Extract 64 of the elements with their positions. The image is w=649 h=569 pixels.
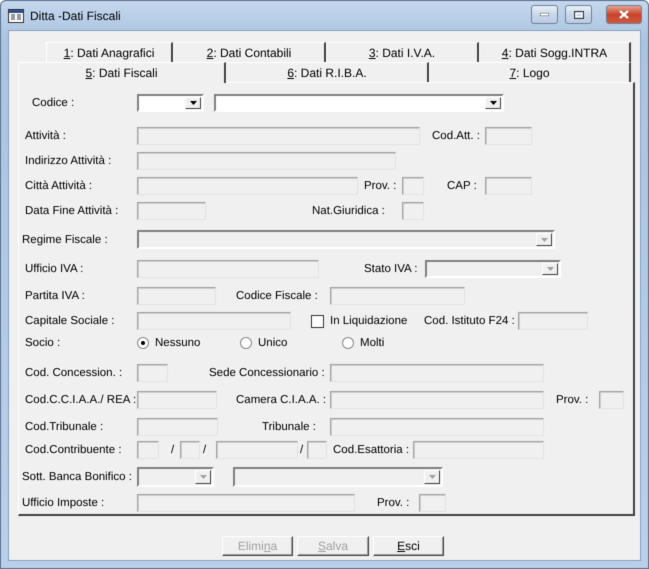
minimize-button[interactable] — [531, 5, 558, 24]
field-label: Cod. Istituto F24 : — [424, 315, 515, 327]
field-label: Cod.C.C.I.A.A./ REA : — [25, 394, 136, 406]
tab[interactable]: 3: Dati I.V.A. — [326, 42, 479, 62]
field-label: Prov. : — [556, 394, 588, 406]
field-label: Codice Fiscale : — [236, 290, 318, 302]
radio-button[interactable] — [137, 337, 149, 349]
field-label: Regime Fiscale : — [22, 234, 108, 246]
radio-label[interactable]: Unico — [258, 337, 288, 349]
field-label: Partita IVA : — [25, 290, 85, 302]
field-label: Socio : — [25, 337, 60, 349]
field-label: CAP : — [447, 180, 477, 192]
dropdown-arrow-icon — [546, 267, 554, 271]
field-label: Città Attività : — [25, 180, 92, 192]
dropdown-field[interactable] — [214, 94, 504, 112]
tab[interactable]: 7: Logo — [429, 62, 631, 82]
tab[interactable]: 5: Dati Fiscali — [18, 62, 226, 83]
field-label: Prov. : — [377, 497, 410, 509]
tab[interactable]: 4: Dati Sogg.INTRA — [479, 42, 631, 62]
checkbox[interactable] — [311, 314, 324, 328]
field-label: Cod.Tribunale : — [25, 421, 104, 433]
field-label: / — [300, 444, 304, 456]
field-label: Capitale Sociale : — [25, 315, 114, 327]
field-label: Ufficio Imposte : — [22, 497, 104, 509]
dropdown-arrow-icon — [540, 238, 548, 242]
field-label: Indirizzo Attività : — [25, 155, 112, 167]
field-label: Data Fine Attività : — [25, 205, 118, 217]
dropdown-field[interactable] — [137, 94, 204, 112]
field-label: Cod.Esattoria : — [333, 444, 410, 456]
dropdown-arrow-icon — [428, 475, 436, 479]
field-label: Sede Concessionario : — [209, 367, 325, 379]
radio-label[interactable]: Nessuno — [155, 337, 200, 349]
radio-button[interactable] — [342, 337, 354, 349]
dropdown-arrow-icon — [200, 475, 206, 479]
field-label: Tribunale : — [262, 421, 316, 433]
field-label: Prov. : — [364, 180, 396, 192]
tab[interactable]: 2: Dati Contabili — [173, 42, 326, 62]
radio-label[interactable]: Molti — [360, 337, 384, 349]
field-label: Sott. Banca Bonifico : — [22, 471, 132, 483]
field-label: Ufficio IVA : — [25, 263, 84, 275]
field-label: / — [171, 444, 174, 456]
radio-button[interactable] — [240, 337, 252, 349]
close-button[interactable] — [606, 5, 642, 24]
window-title: Ditta -Dati Fiscali — [30, 8, 122, 22]
field-label: Cod.Att. : — [432, 130, 480, 142]
field-label: Cod.Contribuente : — [25, 444, 122, 456]
field-label: Camera C.I.A.A. : — [236, 394, 326, 406]
field-label: Cod. Concession. : — [25, 367, 122, 379]
field-label: Stato IVA : — [364, 263, 418, 275]
dialog-button[interactable]: Esci — [373, 536, 444, 556]
maximize-button[interactable] — [565, 5, 592, 24]
field-label: Nat.Giuridica : — [312, 205, 385, 217]
checkbox-label[interactable]: In Liquidazione — [330, 315, 408, 327]
field-label: Codice : — [32, 97, 74, 109]
dropdown-arrow-icon — [190, 101, 196, 105]
minimize-icon — [540, 13, 549, 16]
close-icon — [619, 10, 629, 19]
dropdown-arrow-icon — [490, 101, 496, 105]
tab[interactable]: 1: Dati Anagrafici — [46, 42, 173, 62]
window-icon — [8, 8, 24, 22]
maximize-icon — [574, 10, 584, 18]
field-label: Attività : — [25, 130, 66, 142]
tab[interactable]: 6: Dati R.I.B.A. — [226, 62, 429, 82]
field-label: / — [203, 444, 206, 456]
